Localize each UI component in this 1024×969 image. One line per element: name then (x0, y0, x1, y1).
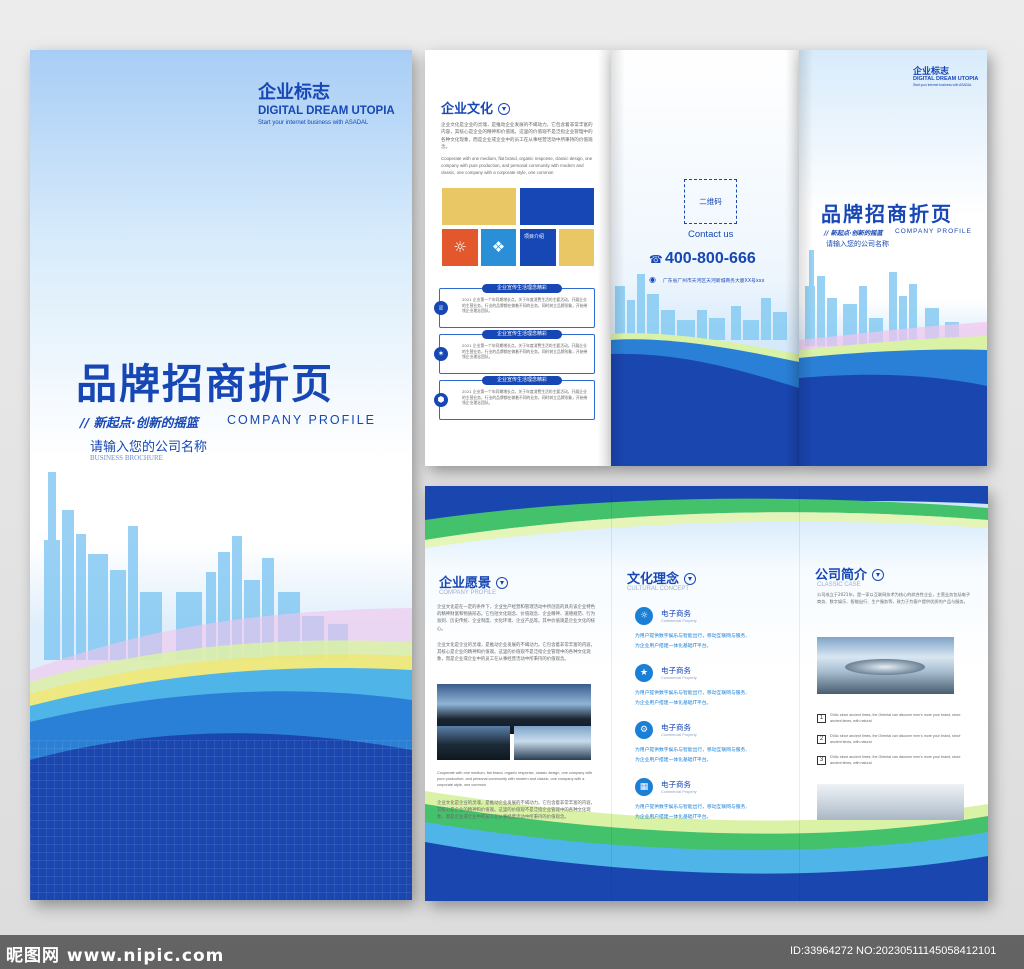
chart-icon: ▦ (635, 778, 653, 796)
contact-us-label: Contact us (688, 229, 734, 240)
cover-slogan: // 新起点·创新的摇篮 (80, 415, 199, 430)
logo-tagline: Start your internet business with ASADAL (258, 120, 369, 126)
watermark-right: ID:33964272 NO:20230511145058412101 (790, 945, 997, 957)
chevron-down-icon (498, 102, 511, 115)
vision-paragraph-en: Cooperate with one medium, flat brand, o… (437, 771, 593, 787)
concept-item-desc: 为用户提供数字娱乐与智能出行，移动互联网与服务, (635, 691, 747, 696)
timeline-tag: 企业宣传生活理念精彩 (482, 376, 562, 385)
concept-item-desc: 为企业用户搭建一体化基础IT平台。 (635, 701, 712, 706)
concept-item-desc: 为企业用户搭建一体化基础IT平台。 (635, 815, 712, 820)
back-cover-panel: 企业标志 DIGITAL DREAM UTOPIA Start your int… (799, 50, 987, 466)
concept-item-desc: 为用户提供数字娱乐与智能出行，移动互联网与服务, (635, 805, 747, 810)
tech-disk-graphic (845, 659, 925, 675)
phone-number: 400-800-666 (665, 250, 756, 267)
timeline-item: 企业宣传生活理念精彩 2021 企业第一个年同期增长点，关于年度消费生活的主要活… (434, 284, 595, 328)
chevron-down-icon (496, 576, 509, 589)
concept-item-title: 电子商务 (661, 609, 691, 618)
list-text: DVAc since ancient times, the Oriental c… (830, 755, 961, 765)
culture-title: 企业文化 (441, 102, 494, 117)
hexagon-icon: ⬢ (434, 393, 448, 407)
vision-title: 企业愿景 (439, 576, 492, 591)
logo-text-cn: 企业标志 (258, 82, 330, 103)
concept-item-desc: 为企业用户搭建一体化基础IT平台。 (635, 644, 712, 649)
vision-paragraph: 企业文化是在一定的条件下，企业生产经营和管理活动中所创造的具有该企业特色的精神财… (437, 605, 596, 632)
fold-line (611, 486, 612, 901)
concept-item-en: Commercial Property (661, 676, 697, 680)
timeline-text: 2021 企业第一个年同期增长点，关于年度消费生活的主要活动，开展企业的主营业务… (462, 343, 588, 360)
fold-line (799, 486, 800, 901)
vision-subtitle: COMPANY PROFILE (439, 590, 497, 596)
lightbulb-icon: ☼ (442, 229, 478, 266)
list-text: DVAc since ancient times, the Oriental c… (830, 734, 961, 744)
concept-title: 文化理念 (627, 572, 680, 587)
timeline-text: 2021 企业第一个年同期增长点，关于年度消费生活的主要活动，开展企业的主营业务… (462, 389, 588, 406)
logo-text-en: DIGITAL DREAM UTOPIA (258, 105, 395, 117)
back-cover-art (799, 250, 987, 466)
concept-item-en: Commercial Property (661, 790, 697, 794)
concept-item-title: 电子商务 (661, 723, 691, 732)
list-number: 1 (817, 714, 826, 723)
vision-paragraph: 企业文化是企业的灵魂，是推动企业发展的不竭动力。它包含着非常丰富的内容，其核心是… (437, 801, 596, 821)
list-number: 2 (817, 735, 826, 744)
technology-photo (817, 637, 954, 694)
timeline-item: 企业宣传生活理念精彩 2021 企业第一个年同期增长点，关于年度消费生活的主要活… (434, 376, 595, 420)
culture-panel: 企业文化 企业文化是企业的灵魂，是推动企业发展的不竭动力。它包含着非常丰富的内容… (425, 50, 611, 466)
inside-spread: 企业愿景 COMPANY PROFILE 企业文化是在一定的条件下，企业生产经营… (425, 486, 988, 901)
timeline-tag: 企业宣传生活理念精彩 (482, 284, 562, 293)
cover-company-name: 请输入您的公司名称 (90, 440, 208, 455)
brochure-cover: 企业标志 DIGITAL DREAM UTOPIA Start your int… (30, 50, 412, 900)
timeline-tag: 企业宣传生活理念精彩 (482, 330, 562, 339)
watermark-bar: 昵图网 www.nipic.com ID:33964272 NO:2023051… (0, 935, 1024, 969)
lightbulb-icon: ☼ (635, 607, 653, 625)
cover-texture (30, 740, 412, 900)
contact-panel-art (611, 274, 799, 466)
chevron-down-icon (872, 568, 885, 581)
tile-yellow (442, 188, 516, 225)
concept-item-title: 电子商务 (661, 780, 691, 789)
tile-yellow-small (559, 229, 594, 266)
concept-item-desc: 为用户提供数字娱乐与智能出行，移动互联网与服务, (635, 634, 747, 639)
back-title: 品牌招商折页 (821, 202, 953, 226)
project-intro-label: 项目介绍 (524, 234, 545, 240)
crown-icon: ♕ (434, 301, 448, 315)
cover-profile-label: COMPANY PROFILE (227, 413, 377, 427)
concept-item-en: Commercial Property (661, 619, 697, 623)
concept-item-title: 电子商务 (661, 666, 691, 675)
timeline-item: 企业宣传生活理念精彩 2021 企业第一个年同期增长点，关于年度消费生活的主要活… (434, 330, 595, 374)
intro-subtitle: CLASSIC CASE (817, 582, 861, 588)
timeline-text: 2021 企业第一个年同期增长点，关于年度消费生活的主要活动，开展企业的主营业务… (462, 297, 588, 314)
intro-title: 公司简介 (815, 568, 868, 583)
landscape-photo (437, 726, 510, 760)
logo-text-en: DIGITAL DREAM UTOPIA (913, 76, 979, 82)
gear-icon: ⚙ (635, 721, 653, 739)
phone-icon: ☎ (649, 253, 663, 266)
handshake-icon: ❖ (481, 229, 516, 266)
chevron-down-icon (684, 572, 697, 585)
contact-panel: 二维码 Contact us ☎ 400-800-666 ◉ 广东省广州市天河区… (611, 50, 799, 466)
intro-paragraph: 公司成立于2021年，是一家以互联网技术为核心的综合性企业，主营业务包括电子商务… (817, 592, 971, 604)
logo-tagline: Start your internet business with ASADAL (913, 83, 972, 87)
concept-subtitle: CULTURAL CONCEPT (627, 586, 690, 592)
vision-paragraph: 企业文化是企业的灵魂，是推动企业发展的不竭动力。它包含着非常丰富的内容，其核心是… (437, 643, 596, 663)
keyboard-photo (817, 784, 964, 820)
list-text: DVAc since ancient times, the Oriental c… (830, 713, 961, 723)
cover-title: 品牌招商折页 (76, 360, 334, 408)
bulb-icon: ★ (635, 664, 653, 682)
back-profile-label: COMPANY PROFILE (895, 228, 972, 235)
watermark-left: 昵图网 www.nipic.com (6, 946, 225, 966)
culture-paragraph: 企业文化是企业的灵魂，是推动企业发展的不竭动力。它包含着非常丰富的内容，其核心是… (441, 123, 593, 151)
culture-paragraph-en: Cooperate with one medium, flat brand, o… (441, 156, 593, 175)
lake-photo (514, 726, 591, 760)
concept-item-desc: 为用户提供数字娱乐与智能出行，移动互联网与服务, (635, 748, 747, 753)
concept-item-en: Commercial Property (661, 733, 697, 737)
qr-code-placeholder: 二维码 (684, 179, 737, 224)
list-number: 3 (817, 756, 826, 765)
tile-blue (520, 188, 594, 225)
back-slogan: // 新起点·创新的摇篮 (824, 230, 883, 237)
concept-item-desc: 为企业用户搭建一体化基础IT平台。 (635, 758, 712, 763)
star-icon: ✶ (434, 347, 448, 361)
